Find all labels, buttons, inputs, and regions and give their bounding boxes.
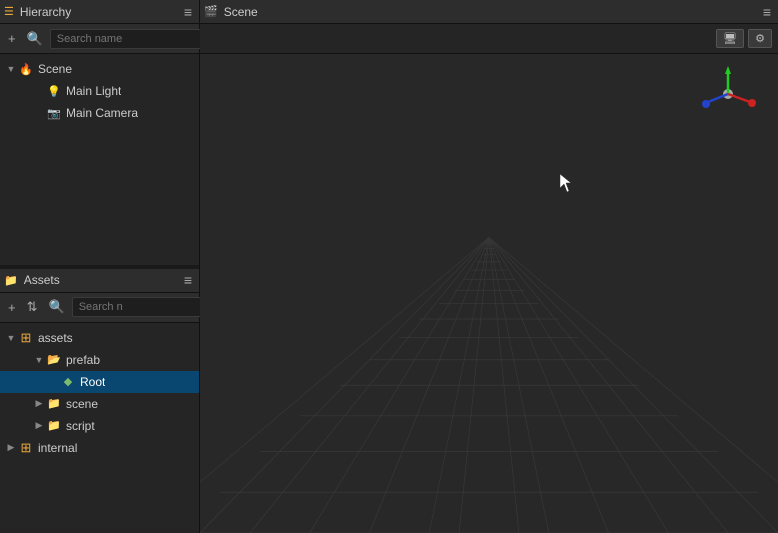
scene-header: 🎬 Scene ≡ [200, 0, 778, 24]
assets-scene-label: scene [66, 397, 98, 411]
root-icon: ◆ [60, 374, 76, 390]
assets-label: assets [38, 331, 73, 345]
main-camera-label: Main Camera [66, 106, 138, 120]
assets-scene-icon: 📁 [46, 396, 62, 412]
scene-panel: 🎬 Scene ≡ 🖥 ⚙ [200, 0, 778, 533]
hierarchy-tree: 🔥 Scene 💡 Main Light 📷 Main Camera [0, 54, 199, 265]
hierarchy-search-icon[interactable]: 🔍 [23, 29, 47, 49]
hierarchy-search-input[interactable] [50, 29, 206, 49]
hierarchy-title: Hierarchy [18, 5, 181, 19]
hierarchy-add-button[interactable]: + [4, 29, 20, 48]
scene-title: Scene [222, 5, 760, 19]
assets-add-button[interactable]: + [4, 298, 20, 317]
scene-arrow [4, 64, 18, 74]
scene-display-button[interactable]: 🖥 [716, 29, 744, 48]
assets-header: 📁 Assets ≡ [0, 269, 199, 293]
prefab-folder-icon: 📂 [46, 352, 62, 368]
script-icon: 📁 [46, 418, 62, 434]
scene-viewport[interactable] [200, 54, 778, 533]
assets-arrow [4, 333, 18, 343]
main-camera-icon: 📷 [46, 105, 62, 121]
tree-item-scene[interactable]: 🔥 Scene [0, 58, 199, 80]
internal-label: internal [38, 441, 77, 455]
prefab-label: prefab [66, 353, 100, 367]
main-light-label: Main Light [66, 84, 121, 98]
tree-item-main-light[interactable]: 💡 Main Light [0, 80, 199, 102]
assets-search-icon-button[interactable]: 🔍 [45, 297, 69, 317]
hierarchy-header: ☰ Hierarchy ≡ [0, 0, 199, 24]
internal-icon: ⊞ [18, 440, 34, 456]
tree-item-script[interactable]: 📁 script [0, 415, 199, 437]
assets-scene-arrow [32, 398, 46, 409]
assets-tree: ⊞ assets 📂 prefab ◆ Root 📁 scene [0, 323, 199, 533]
tree-item-prefab[interactable]: 📂 prefab [0, 349, 199, 371]
internal-arrow [4, 442, 18, 453]
scene-icon: 🔥 [18, 61, 34, 77]
scene-toolbar: 🖥 ⚙ [200, 24, 778, 54]
tree-item-main-camera[interactable]: 📷 Main Camera [0, 102, 199, 124]
scene-settings-button[interactable]: ⚙ [748, 29, 772, 48]
tree-item-root[interactable]: ◆ Root [0, 371, 199, 393]
script-arrow [32, 420, 46, 431]
assets-title: Assets [22, 273, 181, 287]
hierarchy-menu-icon[interactable]: ≡ [181, 2, 195, 22]
script-label: script [66, 419, 95, 433]
assets-folder-icon: 📁 [4, 274, 18, 287]
tree-item-internal[interactable]: ⊞ internal [0, 437, 199, 459]
assets-menu-icon[interactable]: ≡ [181, 270, 195, 290]
hierarchy-toolbar: + 🔍 ⊞ ↻ [0, 24, 199, 54]
main-light-icon: 💡 [46, 83, 62, 99]
scene-grid [200, 54, 778, 533]
hierarchy-header-icon: ☰ [4, 5, 14, 18]
left-panel: ☰ Hierarchy ≡ + 🔍 ⊞ ↻ 🔥 Scene 💡 Main Lig… [0, 0, 200, 533]
tree-item-assets-scene[interactable]: 📁 scene [0, 393, 199, 415]
prefab-arrow [32, 355, 46, 365]
gizmo [698, 64, 758, 124]
scene-header-icon: 🎬 [204, 5, 218, 18]
cursor-indicator [560, 174, 576, 197]
assets-icon: ⊞ [18, 330, 34, 346]
scene-menu-icon[interactable]: ≡ [760, 2, 774, 22]
scene-label: Scene [38, 62, 72, 76]
main-layout: ☰ Hierarchy ≡ + 🔍 ⊞ ↻ 🔥 Scene 💡 Main Lig… [0, 0, 778, 533]
assets-toolbar: + ⇅ 🔍 ⊞ ↻ [0, 293, 199, 323]
assets-sort-button[interactable]: ⇅ [23, 297, 42, 317]
tree-item-assets[interactable]: ⊞ assets [0, 327, 199, 349]
root-label: Root [80, 375, 105, 389]
